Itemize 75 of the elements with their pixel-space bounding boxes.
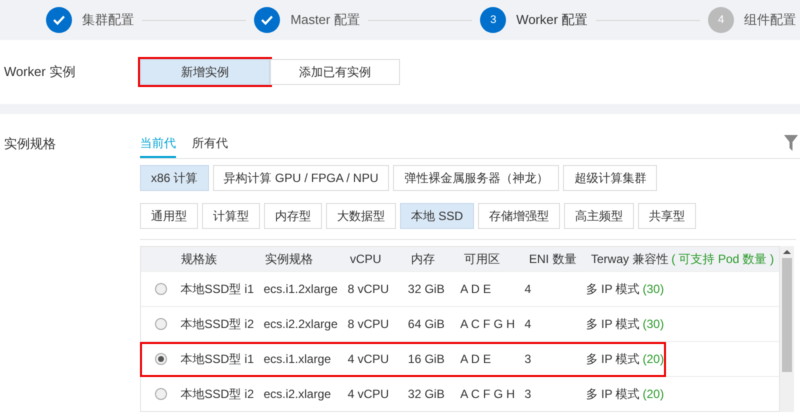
option-button[interactable]: 高主频型 — [564, 203, 634, 229]
column-header: 可用区 — [464, 251, 501, 268]
option-button[interactable]: 存储增强型 — [478, 203, 560, 229]
table-cell-text: 多 IP 模式 — [586, 281, 640, 298]
table-cell-text: 本地SSD型 i2 — [180, 386, 255, 403]
table-cell-text: 32 GiB — [408, 386, 446, 403]
step-label: Master 配置 — [290, 11, 360, 30]
table-cell-text: 64 GiB — [408, 316, 446, 333]
pod-count: (30) — [642, 281, 664, 298]
option-button[interactable]: 内存型 — [264, 203, 322, 229]
column-header: Terway 兼容性 — [591, 251, 668, 268]
table-cell-text: 4 — [524, 316, 532, 333]
table-cell-text: 4 — [524, 281, 532, 298]
table-cell-text: 多 IP 模式 — [586, 386, 640, 403]
table-cell-text: 多 IP 模式 — [586, 316, 640, 333]
table-row[interactable]: 本地SSD型 i1 ecs.i1.2xlarge 8 vCPU 32 GiB A D E 4 多 IP 模式 (30) — [142, 274, 664, 304]
step-label: 组件配置 — [744, 11, 796, 30]
column-header: ENI 数量 — [529, 251, 578, 268]
column-header: 实例规格 — [265, 251, 314, 268]
table-cell-text: 4 vCPU — [348, 351, 390, 368]
table-cell-text: 3 — [524, 351, 532, 368]
radio-button[interactable] — [155, 388, 168, 400]
step-label: Worker 配置 — [516, 11, 588, 30]
table-cell-text: 8 vCPU — [348, 316, 390, 333]
radio-button[interactable] — [155, 318, 168, 330]
table-row[interactable]: 本地SSD型 i1 ecs.i1.xlarge 4 vCPU 16 GiB A D E 3 多 IP 模式 (20) — [142, 344, 664, 374]
column-header: 规格族 — [181, 251, 218, 268]
filter-icon[interactable] — [784, 135, 798, 151]
step-number: 3 — [490, 12, 496, 28]
table-cell-text: ecs.i2.xlarge — [264, 386, 332, 403]
table-cell-text: 16 GiB — [408, 351, 446, 368]
table-cell-text: 本地SSD型 i1 — [180, 281, 255, 298]
table-cell-text: 32 GiB — [408, 281, 446, 298]
table-cell-text: 8 vCPU — [348, 281, 390, 298]
table-cell-text: ecs.i2.2xlarge — [264, 316, 339, 333]
option-button[interactable]: 共享型 — [638, 203, 696, 229]
option-button[interactable]: 本地 SSD — [400, 203, 474, 229]
checkmark-icon — [261, 15, 274, 25]
table-cell-text: 本地SSD型 i1 — [180, 351, 255, 368]
table-cell-text: A D E — [460, 351, 492, 368]
pod-count: (20) — [642, 351, 664, 368]
column-header: 内存 — [411, 251, 436, 268]
table-cell-text: A C F G H — [460, 316, 516, 333]
pod-count: (30) — [642, 316, 664, 333]
table-cell-text: 多 IP 模式 — [586, 351, 640, 368]
table-row[interactable]: 本地SSD型 i2 ecs.i2.xlarge 4 vCPU 32 GiB A C F G H 3 多 IP 模式 (20) — [142, 378, 664, 410]
generation-tab[interactable]: 所有代 — [192, 134, 228, 158]
table-cell-text: ecs.i1.2xlarge — [264, 281, 339, 298]
field-label: Worker 实例 — [4, 63, 76, 82]
table-cell-text: ecs.i1.xlarge — [264, 351, 332, 368]
step-number: 4 — [718, 12, 724, 28]
option-button[interactable]: 通用型 — [140, 203, 198, 229]
table-cell-text: 3 — [524, 386, 532, 403]
table-cell-text: A C F G H — [460, 386, 516, 403]
checkmark-icon — [53, 15, 65, 25]
table-cell-text: 4 vCPU — [348, 386, 390, 403]
option-button[interactable]: x86 计算 — [140, 165, 209, 191]
option-button[interactable]: 计算型 — [202, 203, 260, 229]
step-label: 集群配置 — [82, 11, 134, 30]
pod-count: (20) — [642, 386, 664, 403]
option-button[interactable]: 新增实例 — [140, 59, 270, 85]
column-note: ( 可支持 Pod 数量 ) — [671, 251, 774, 268]
option-button[interactable]: 超级计算集群 — [563, 165, 658, 191]
column-header: vCPU — [350, 251, 382, 268]
table-cell-text: A D E — [460, 281, 492, 298]
radio-button[interactable] — [155, 283, 168, 295]
field-label: 实例规格 — [4, 135, 57, 153]
table-cell-text: 本地SSD型 i2 — [180, 316, 255, 333]
option-button[interactable]: 添加已有实例 — [270, 59, 400, 85]
option-button[interactable]: 大数据型 — [326, 203, 396, 229]
radio-button[interactable] — [155, 353, 168, 365]
scrollbar[interactable] — [780, 246, 794, 412]
table-row[interactable]: 本地SSD型 i2 ecs.i2.2xlarge 8 vCPU 64 GiB A C F G H 4 多 IP 模式 (30) — [142, 308, 664, 340]
option-button[interactable]: 异构计算 GPU / FPGA / NPU — [212, 165, 390, 191]
option-button[interactable]: 弹性裸金属服务器（神龙） — [393, 165, 560, 191]
